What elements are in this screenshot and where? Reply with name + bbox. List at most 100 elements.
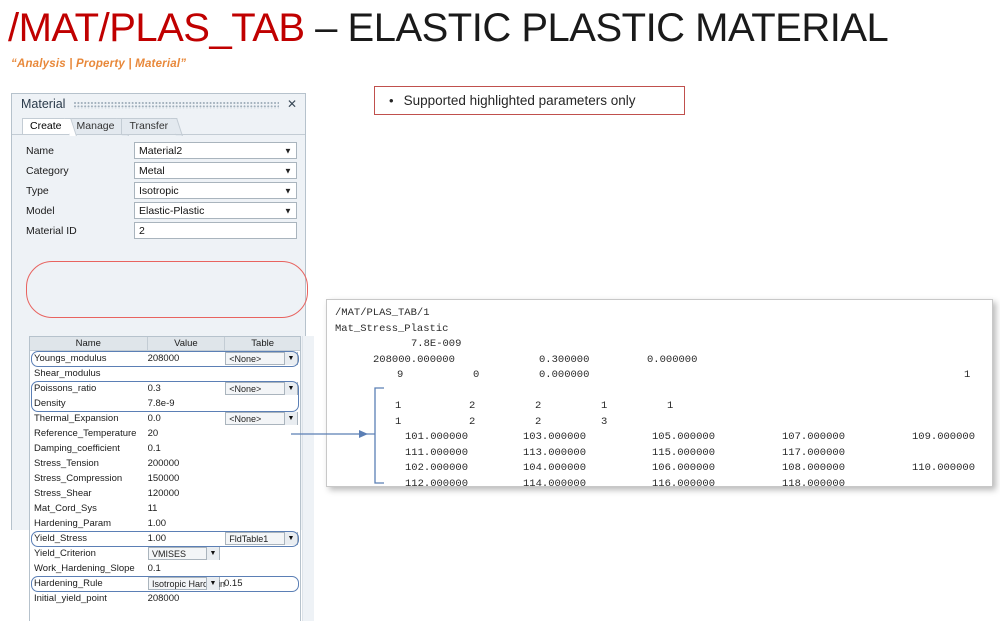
param-table-cell[interactable]: <None> ▼ [225, 352, 300, 365]
param-value-cell[interactable]: 0.0 [148, 413, 226, 424]
code-token: /MAT/PLAS_TAB/1 [335, 307, 430, 319]
param-value-dropdown[interactable]: Isotropic Hardenin ▼ [148, 577, 225, 590]
table-row[interactable]: Hardening_Rule Isotropic Hardenin ▼ 0.15 [30, 576, 300, 591]
chevron-down-icon[interactable]: ▼ [284, 352, 297, 365]
panel-scrollbar[interactable] [302, 336, 314, 621]
chevron-down-icon[interactable]: ▼ [284, 382, 297, 395]
param-table-cell[interactable]: 0.15 [220, 578, 295, 589]
field-input-category[interactable]: Metal ▼ [134, 162, 297, 179]
grid-header-name: Name [30, 337, 148, 350]
field-input-material-id[interactable]: 2 [134, 222, 297, 239]
param-value-cell[interactable]: 120000 [148, 488, 226, 499]
field-value: Isotropic [139, 184, 179, 197]
code-token: 0.000000 [539, 369, 590, 381]
table-row[interactable]: Stress_Compression 150000 [30, 471, 300, 486]
table-row[interactable]: Yield_Criterion VMISES ▼ [30, 546, 300, 561]
code-token: 104.000000 [523, 462, 587, 474]
code-line: 9 0 0.000000 1 [327, 369, 992, 385]
note-text: Supported highlighted parameters only [403, 93, 636, 108]
code-token: 0.000000 [647, 353, 698, 366]
table-row[interactable]: Yield_Stress 1.00 FldTable1 ▼ [30, 531, 300, 546]
field-input-model[interactable]: Elastic-Plastic ▼ [134, 202, 297, 219]
param-value-cell[interactable]: 0.1 [148, 563, 226, 574]
chevron-down-icon[interactable]: ▼ [284, 412, 297, 425]
chevron-down-icon[interactable]: ▼ [282, 186, 294, 195]
param-value-cell[interactable]: 20 [148, 428, 226, 439]
code-line: 112.000000 114.000000 116.000000 118.000000 [327, 477, 992, 487]
param-value-cell[interactable]: 1.00 [148, 518, 226, 529]
param-table-cell[interactable]: <None> ▼ [225, 382, 300, 395]
tab-transfer[interactable]: Transfer [121, 118, 177, 134]
close-icon[interactable]: ✕ [287, 97, 297, 111]
param-name: Yield_Stress [34, 533, 87, 544]
param-table-dropdown[interactable]: FldTable1 ▼ [225, 532, 298, 545]
param-value-cell[interactable]: Isotropic Hardenin ▼ [148, 577, 225, 590]
param-table-dropdown[interactable]: <None> ▼ [225, 382, 298, 395]
field-value: 2 [139, 224, 145, 237]
table-row[interactable]: Thermal_Expansion 0.0 <None> ▼ [30, 411, 300, 426]
param-value-cell[interactable]: 0.3 [148, 383, 226, 394]
param-value-cell[interactable]: 0.1 [148, 443, 226, 454]
table-row[interactable]: Work_Hardening_Slope 0.1 [30, 561, 300, 576]
param-table-dropdown[interactable]: <None> ▼ [225, 352, 298, 365]
chevron-down-icon[interactable]: ▼ [282, 146, 294, 155]
code-line: 1 2 2 3 [327, 416, 992, 432]
param-extra-value: 0.15 [224, 578, 243, 589]
table-row[interactable]: Damping_coefficient 0.1 [30, 441, 300, 456]
field-input-type[interactable]: Isotropic ▼ [134, 182, 297, 199]
param-value-cell[interactable]: 7.8e-9 [148, 398, 226, 409]
page-title-keyword: /MAT/PLAS_TAB [8, 6, 305, 50]
code-token: 118.000000 [782, 477, 846, 487]
table-row[interactable]: Reference_Temperature 20 [30, 426, 300, 441]
table-row[interactable]: Stress_Tension 200000 [30, 456, 300, 471]
field-row-name: Name Material2 ▼ [22, 141, 297, 160]
bullet-icon: • [389, 93, 394, 108]
chevron-down-icon[interactable]: ▼ [206, 547, 219, 560]
param-table-value: <None> [229, 413, 262, 424]
table-row[interactable]: Mat_Cord_Sys 11 [30, 501, 300, 516]
param-table-cell[interactable]: <None> ▼ [225, 412, 300, 425]
field-input-name[interactable]: Material2 ▼ [134, 142, 297, 159]
param-table-cell[interactable]: FldTable1 ▼ [225, 532, 300, 545]
grid-body: Youngs_modulus 208000 <None> ▼ Shear_modulus… [30, 351, 300, 606]
table-row[interactable]: Shear_modulus [30, 366, 300, 381]
tab-manage[interactable]: Manage [68, 118, 123, 134]
code-token: 111.000000 [405, 446, 469, 459]
chevron-down-icon[interactable]: ▼ [284, 532, 297, 545]
param-value-cell[interactable]: 208000 [148, 353, 226, 364]
param-value-cell[interactable]: 150000 [148, 473, 226, 484]
code-token: 109.000000 [912, 431, 976, 443]
param-name: Youngs_modulus [34, 353, 107, 364]
param-value-cell[interactable]: 200000 [148, 458, 226, 469]
table-row[interactable]: Youngs_modulus 208000 <None> ▼ [30, 351, 300, 366]
param-name: Work_Hardening_Slope [34, 563, 135, 574]
field-value: Material2 [139, 144, 183, 157]
code-token: 110.000000 [912, 462, 976, 474]
code-token: 115.000000 [652, 446, 716, 459]
param-table-value: FldTable1 [229, 533, 269, 544]
chevron-down-icon[interactable]: ▼ [282, 166, 294, 175]
param-name: Damping_coefficient [34, 443, 120, 454]
chevron-down-icon[interactable]: ▼ [206, 577, 219, 590]
param-value-dropdown[interactable]: VMISES ▼ [148, 547, 220, 560]
param-value-cell[interactable]: VMISES ▼ [148, 547, 220, 560]
param-value-cell[interactable]: 1.00 [148, 533, 226, 544]
table-row[interactable]: Initial_yield_point 208000 [30, 591, 300, 606]
table-row[interactable]: Poissons_ratio 0.3 <None> ▼ [30, 381, 300, 396]
table-row[interactable]: Density 7.8e-9 [30, 396, 300, 411]
param-name: Stress_Shear [34, 488, 92, 499]
drag-handle-dots[interactable] [74, 102, 279, 109]
param-name: Shear_modulus [34, 368, 101, 379]
code-line: /MAT/PLAS_TAB/1 [327, 307, 992, 323]
code-token: 114.000000 [523, 477, 587, 487]
param-table-dropdown[interactable]: <None> ▼ [225, 412, 298, 425]
code-token: 106.000000 [652, 462, 716, 474]
param-value-cell[interactable]: 208000 [148, 593, 226, 604]
param-table-value: <None> [229, 353, 262, 364]
table-row[interactable]: Hardening_Param 1.00 [30, 516, 300, 531]
param-value-cell[interactable]: 11 [148, 503, 226, 514]
table-row[interactable]: Stress_Shear 120000 [30, 486, 300, 501]
chevron-down-icon[interactable]: ▼ [282, 206, 294, 215]
material-dialog: Material ✕ Create Manage Transfer Name Mate… [11, 93, 314, 621]
tab-create[interactable]: Create [22, 118, 70, 134]
